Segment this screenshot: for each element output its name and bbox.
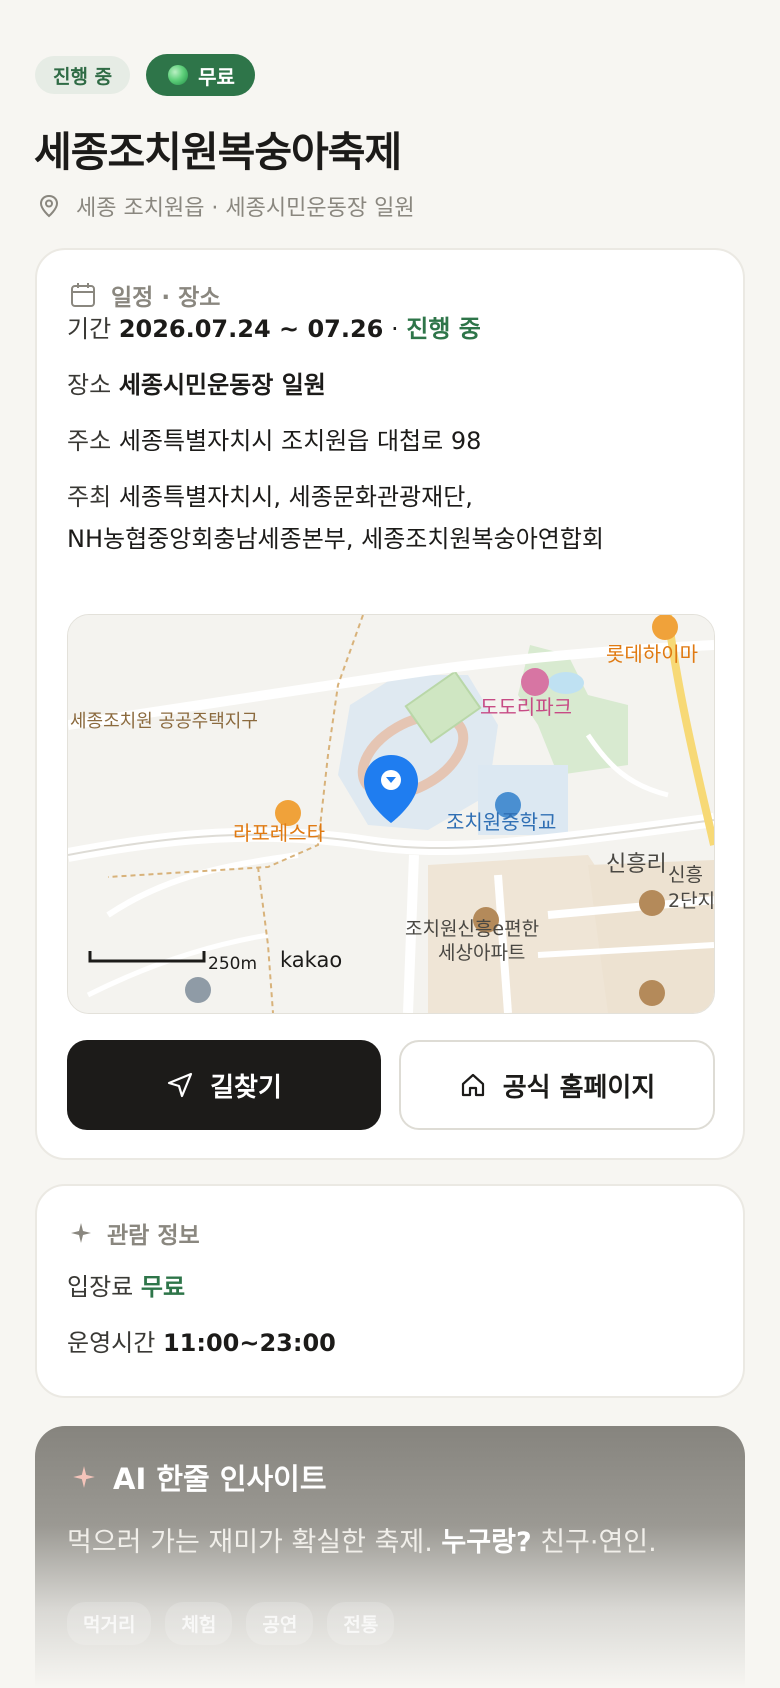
green-dot-icon bbox=[168, 65, 189, 85]
address-label: 주소 bbox=[67, 427, 112, 455]
place-value: 세종시민운동장 일원 bbox=[118, 371, 326, 399]
home-icon bbox=[461, 1073, 484, 1097]
ai-insight-card: AI 한줄 인사이트 먹으러 가는 재미가 확실한 축제. 누구랑? 친구·연인… bbox=[35, 1426, 745, 1688]
period-value: 2026.07.24 ~ 07.26 bbox=[118, 315, 384, 343]
map-label-dodori: 도도리파크 bbox=[480, 695, 572, 719]
location-pin-icon bbox=[39, 194, 59, 218]
map-label-lotte: 롯데하이마 bbox=[606, 642, 698, 666]
location-text: 세종 조치원읍 · 세종시민운동장 일원 bbox=[76, 196, 415, 221]
tag-chip[interactable]: 먹거리 bbox=[67, 1602, 152, 1645]
place-line: 장소 세종시민운동장 일원 bbox=[67, 364, 326, 406]
navigation-arrow-icon bbox=[168, 1072, 193, 1098]
fee-line: 입장료 무료 bbox=[67, 1266, 185, 1308]
ai-insight-heading-text: AI 한줄 인사이트 bbox=[113, 1462, 327, 1496]
schedule-heading: 일정 · 장소 bbox=[69, 278, 220, 312]
tag-chip[interactable]: 체험 bbox=[165, 1602, 233, 1645]
map-label-school: 조치원중학교 bbox=[446, 810, 556, 834]
location-row: 세종 조치원읍 · 세종시민운동장 일원 bbox=[38, 190, 415, 222]
period-line: 기간 2026.07.24 ~ 07.26 · 진행 중 bbox=[67, 308, 481, 350]
sparkle-icon bbox=[71, 1223, 91, 1243]
place-label: 장소 bbox=[67, 371, 112, 399]
hours-label: 운영시간 bbox=[67, 1329, 156, 1357]
ai-tag-chips: 먹거리 체험 공연 전통 bbox=[67, 1602, 395, 1645]
viewing-info-card: 관람 정보 입장료 무료 운영시간 11:00~23:00 bbox=[35, 1184, 745, 1398]
tag-chip[interactable]: 공연 bbox=[246, 1602, 314, 1645]
viewing-heading-text: 관람 정보 bbox=[107, 1223, 200, 1249]
map-label-sinheung-b: 2단지 bbox=[668, 890, 714, 912]
price-badge-label: 무료 bbox=[198, 64, 235, 89]
fee-label: 입장료 bbox=[67, 1273, 134, 1301]
tag-chip[interactable]: 전통 bbox=[327, 1602, 395, 1645]
ai-insight-bold: 누구랑? bbox=[441, 1527, 532, 1558]
map-label-apt-a: 조치원신흥e편한 bbox=[405, 918, 539, 940]
homepage-button[interactable]: 공식 홈페이지 bbox=[399, 1040, 715, 1130]
festival-detail-page: 진행 중 무료 세종조치원복숭아축제 세종 조치원읍 · 세종시민운동장 일원 … bbox=[0, 0, 780, 1688]
schedule-card: 일정 · 장소 기간 2026.07.24 ~ 07.26 · 진행 중 장소 … bbox=[35, 248, 745, 1160]
host-label: 주최 bbox=[67, 483, 112, 511]
ai-insight-heading: AI 한줄 인사이트 bbox=[71, 1456, 327, 1498]
ai-insight-main: 먹으러 가는 재미가 확실한 축제. bbox=[67, 1527, 442, 1558]
directions-button[interactable]: 길찾기 bbox=[67, 1040, 381, 1130]
price-badge: 무료 bbox=[146, 54, 255, 96]
ai-sparkle-icon bbox=[73, 1466, 95, 1488]
hours-value: 11:00~23:00 bbox=[162, 1329, 336, 1357]
page-title: 세종조치원복숭아축제 bbox=[34, 128, 402, 176]
schedule-heading-text: 일정 · 장소 bbox=[111, 285, 221, 311]
viewing-heading: 관람 정보 bbox=[69, 1216, 200, 1250]
host-line: 주최 세종특별자치시, 세종문화관광재단, NH농협중앙회충남세종본부, 세종조… bbox=[67, 476, 604, 560]
badge-row: 진행 중 무료 bbox=[35, 54, 255, 96]
map-scale-label: 250m bbox=[208, 954, 257, 974]
ai-insight-tail: 친구·연인. bbox=[531, 1527, 657, 1558]
address-line: 주소 세종특별자치시 조치원읍 대첩로 98 bbox=[67, 420, 481, 462]
calendar-icon bbox=[71, 283, 95, 307]
fee-value: 무료 bbox=[140, 1273, 186, 1301]
period-status: 진행 중 bbox=[406, 315, 481, 343]
directions-button-label: 길찾기 bbox=[210, 1072, 282, 1103]
map-label-laforesta: 라포레스타 bbox=[233, 821, 325, 845]
status-badge: 진행 중 bbox=[35, 56, 131, 94]
map-label-sinheung-ri: 신흥리 bbox=[606, 852, 667, 877]
ai-insight-text: 먹으러 가는 재미가 확실한 축제. 누구랑? 친구·연인. bbox=[67, 1520, 657, 1559]
map-label-apt-b: 세상아파트 bbox=[438, 942, 525, 964]
map-brand-logo: kakao bbox=[280, 948, 342, 972]
homepage-button-label: 공식 홈페이지 bbox=[502, 1072, 656, 1103]
location-map[interactable]: 롯데하이마 도도리파크 세종조치원 공공주택지구 라포레스타 조치원중학교 신흥… bbox=[67, 614, 715, 1014]
host-line-2: NH농협중앙회충남세종본부, 세종조치원복숭아연합회 bbox=[67, 525, 605, 553]
period-label: 기간 bbox=[67, 315, 112, 343]
period-separator: · bbox=[391, 315, 399, 343]
map-label-sinheung-a: 신흥 bbox=[668, 864, 703, 886]
address-value: 세종특별자치시 조치원읍 대첩로 98 bbox=[118, 427, 482, 455]
map-label-housing: 세종조치원 공공주택지구 bbox=[70, 711, 258, 732]
host-line-1: 세종특별자치시, 세종문화관광재단, bbox=[118, 483, 473, 511]
map-canvas[interactable]: 롯데하이마 도도리파크 세종조치원 공공주택지구 라포레스타 조치원중학교 신흥… bbox=[68, 615, 714, 1013]
hours-line: 운영시간 11:00~23:00 bbox=[67, 1322, 336, 1364]
